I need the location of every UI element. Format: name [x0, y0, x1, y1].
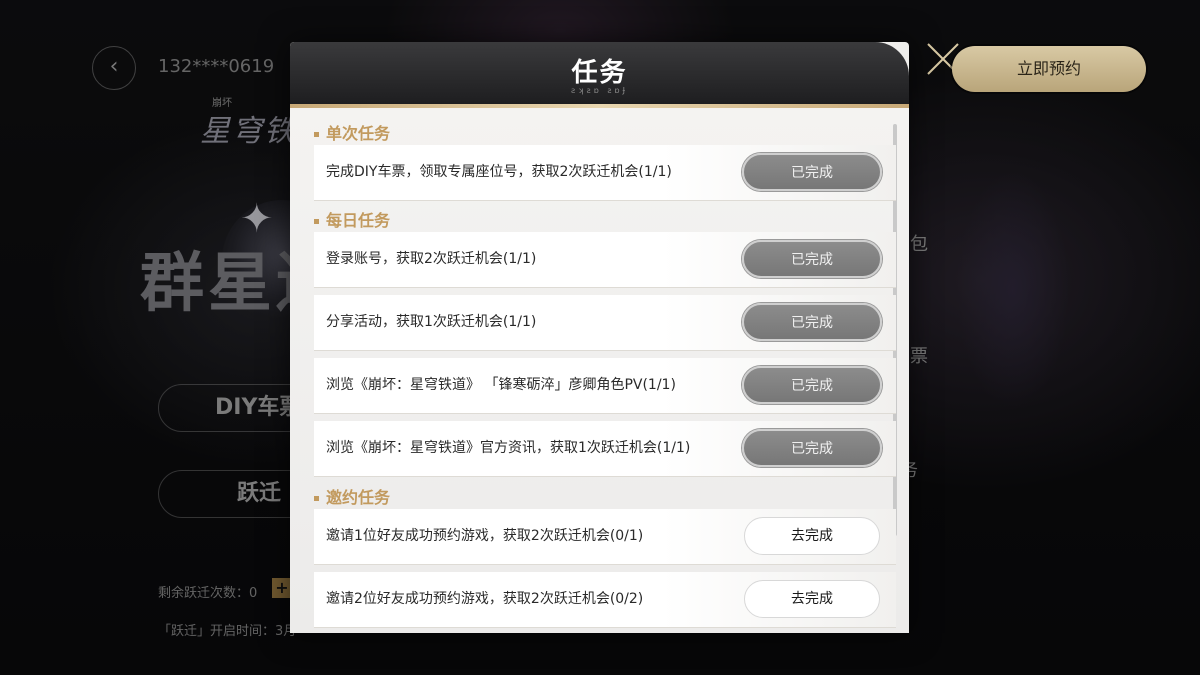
go-complete-button[interactable]: 去完成 — [744, 580, 880, 618]
completed-button[interactable]: 已完成 — [742, 153, 882, 191]
task-row: 邀请1位好友成功预约游戏，获取2次跃迁机会(0/1) 去完成 — [314, 509, 896, 565]
section-label-daily: 每日任务 — [314, 207, 390, 231]
completed-button[interactable]: 已完成 — [742, 429, 882, 467]
reserve-now-button[interactable]: 立即预约 — [952, 46, 1146, 92]
task-row: 邀请2位好友成功预约游戏，获取2次跃迁机会(0/2) 去完成 — [314, 572, 896, 628]
task-row: 登录账号，获取2次跃迁机会(1/1) 已完成 — [314, 232, 896, 288]
task-row: 分享活动，获取1次跃迁机会(1/1) 已完成 — [314, 295, 896, 351]
completed-button[interactable]: 已完成 — [742, 303, 882, 341]
task-modal: 任务 ƨʞƨɒ ƨɒɈ 单次任务 完成DIY车票，领取专属座位号，获取2次跃迁机… — [290, 42, 909, 633]
task-text: 浏览《崩坏：星穹铁道》官方资讯，获取1次跃迁机会(1/1) — [326, 440, 691, 456]
task-row: 浏览《崩坏：星穹铁道》官方资讯，获取1次跃迁机会(1/1) 已完成 — [314, 421, 896, 477]
task-list: 单次任务 完成DIY车票，领取专属座位号，获取2次跃迁机会(1/1) 已完成 每… — [290, 108, 909, 633]
task-row: 浏览《崩坏：星穹铁道》 「锋寒砺淬」彦卿角色PV(1/1) 已完成 — [314, 358, 896, 414]
modal-header: 任务 ƨʞƨɒ ƨɒɈ — [290, 42, 909, 104]
modal-subtitle: ƨʞƨɒ ƨɒɈ — [571, 86, 628, 95]
section-label-single: 单次任务 — [314, 120, 390, 144]
modal-title: 任务 — [571, 58, 628, 88]
task-text: 完成DIY车票，领取专属座位号，获取2次跃迁机会(1/1) — [326, 164, 672, 180]
task-text: 分享活动，获取1次跃迁机会(1/1) — [326, 314, 537, 330]
task-text: 浏览《崩坏：星穹铁道》 「锋寒砺淬」彦卿角色PV(1/1) — [326, 377, 676, 393]
task-row: 完成DIY车票，领取专属座位号，获取2次跃迁机会(1/1) 已完成 — [314, 145, 896, 201]
completed-button[interactable]: 已完成 — [742, 366, 882, 404]
completed-button[interactable]: 已完成 — [742, 240, 882, 278]
task-text: 邀请2位好友成功预约游戏，获取2次跃迁机会(0/2) — [326, 591, 644, 607]
go-complete-button[interactable]: 去完成 — [744, 517, 880, 555]
task-text: 邀请1位好友成功预约游戏，获取2次跃迁机会(0/1) — [326, 528, 644, 544]
section-label-invite: 邀约任务 — [314, 484, 390, 508]
task-text: 登录账号，获取2次跃迁机会(1/1) — [326, 251, 537, 267]
